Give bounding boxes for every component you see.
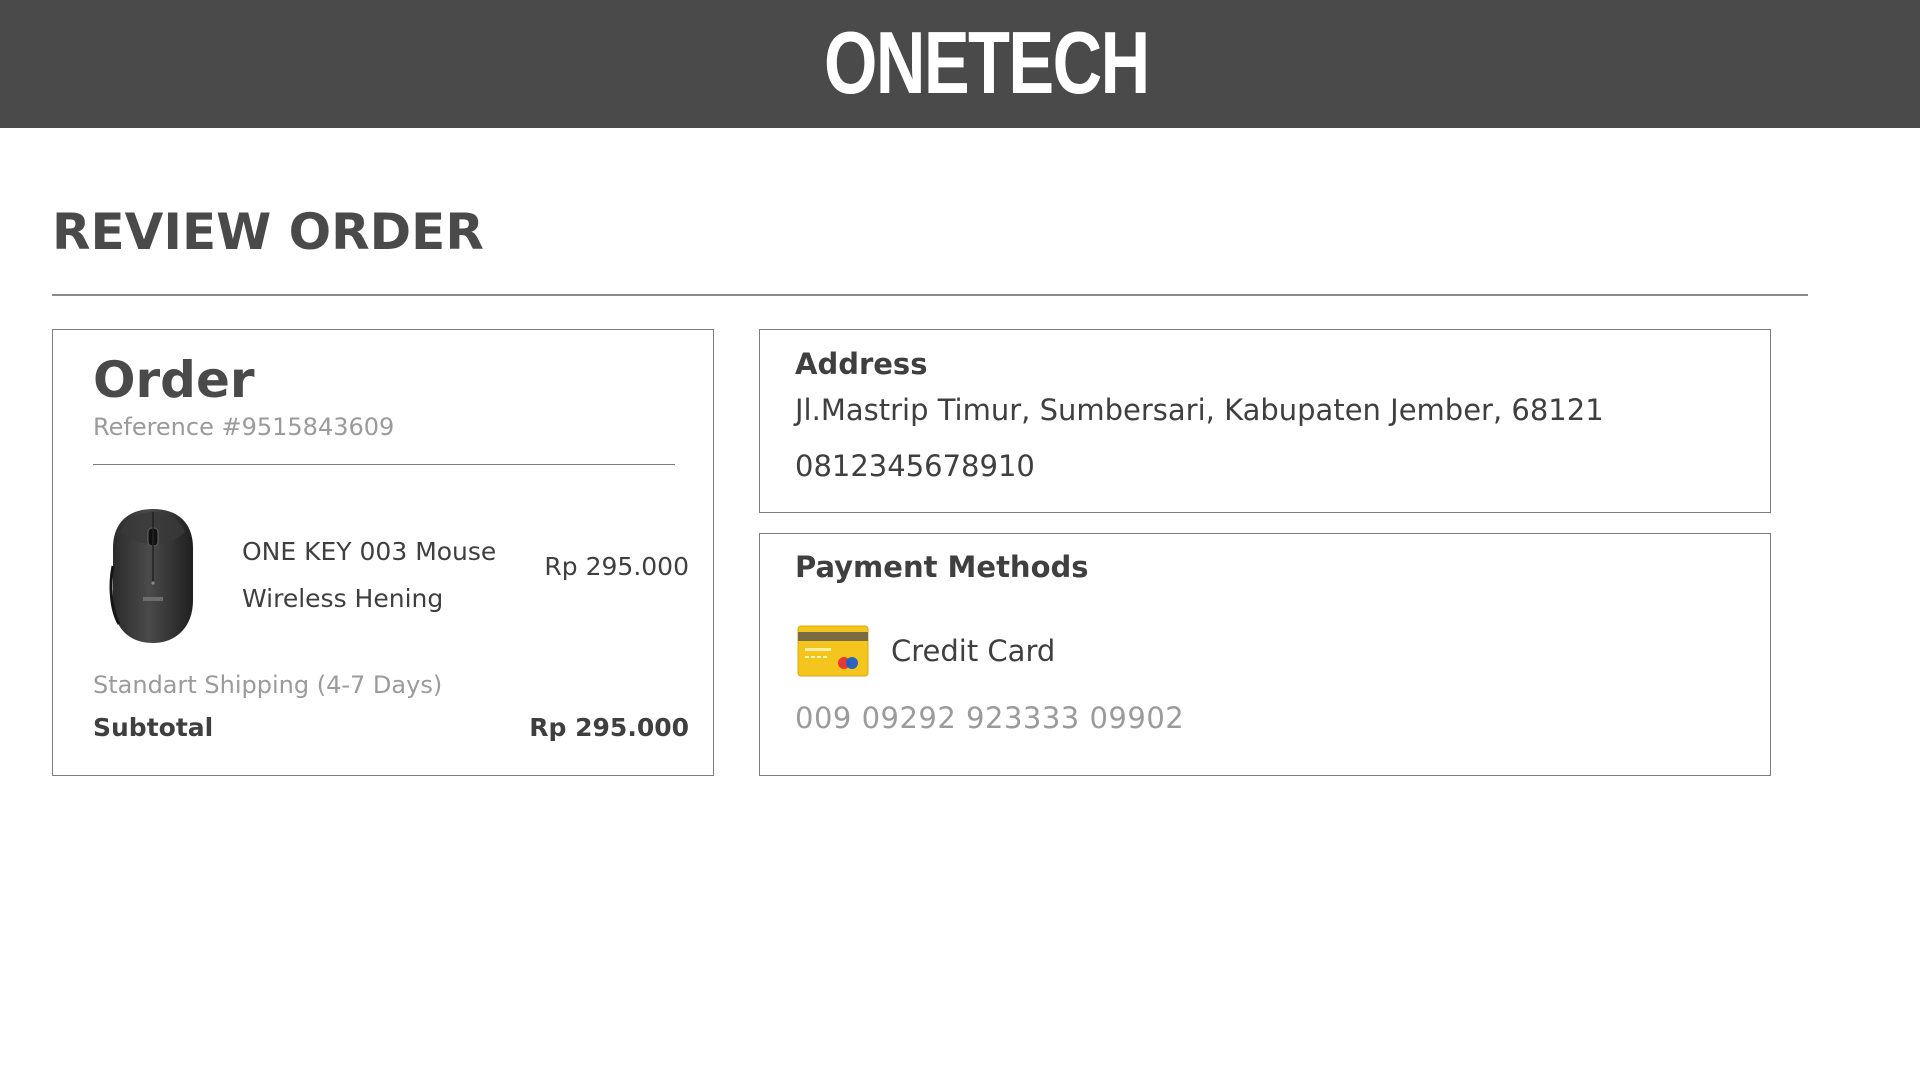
order-reference: Reference #9515843609 — [93, 413, 395, 441]
payment-title: Payment Methods — [795, 550, 1089, 584]
card-number: 009 09292 923333 09902 — [795, 701, 1185, 735]
address-card: Address Jl.Mastrip Timur, Sumbersari, Ka… — [759, 329, 1771, 513]
site-header: ONETECH — [0, 0, 1920, 128]
page-title: REVIEW ORDER — [52, 203, 484, 261]
payment-methods-card: Payment Methods Credit Card 009 09292 92… — [759, 533, 1771, 776]
phone-number: 0812345678910 — [795, 449, 1035, 483]
order-divider — [93, 464, 675, 465]
subtotal-value: Rp 295.000 — [529, 713, 689, 742]
credit-card-icon — [797, 625, 869, 677]
onetech-logo[interactable]: ONETECH — [824, 18, 1150, 108]
product-name[interactable]: ONE KEY 003 Mouse Wireless Hening — [242, 528, 542, 622]
payment-method-label[interactable]: Credit Card — [891, 633, 1055, 669]
title-divider — [52, 294, 1808, 296]
address-line: Jl.Mastrip Timur, Sumbersari, Kabupaten … — [795, 393, 1604, 427]
product-price: Rp 295.000 — [544, 552, 689, 581]
shipping-method: Standart Shipping (4-7 Days) — [93, 671, 443, 699]
address-title: Address — [795, 347, 928, 381]
order-summary-card: Order Reference #9515843609 ONE KEY 003 … — [52, 329, 714, 776]
subtotal-label: Subtotal — [93, 713, 214, 742]
order-heading: Order — [93, 351, 255, 409]
wireless-mouse-image — [109, 509, 193, 643]
